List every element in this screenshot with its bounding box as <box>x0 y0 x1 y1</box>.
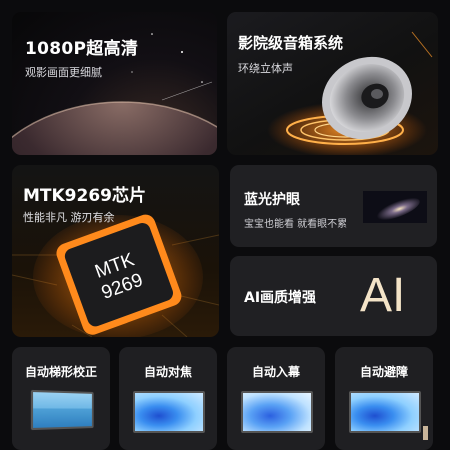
audio-subtitle: 环绕立体声 <box>238 62 293 75</box>
obstacle-icon <box>423 426 428 440</box>
audio-card: 影院级音箱系统 环绕立体声 <box>227 12 438 155</box>
ai-title: AI画质增强 <box>244 290 317 306</box>
resolution-card: 1080P超高清 观影画面更细腻 <box>12 12 217 155</box>
resolution-title: 1080P超高清 <box>25 39 139 59</box>
feature-label: 自动梯形校正 <box>24 365 97 379</box>
feature-keystone-card: 自动梯形校正 <box>12 347 110 450</box>
feature-label: 自动入幕 <box>251 365 300 379</box>
projection-screen-icon <box>133 391 205 433</box>
chip-card: MTK 9269 MTK9269芯片 性能非凡 游刃有余 <box>12 165 219 337</box>
chip-title: MTK9269芯片 <box>23 186 147 206</box>
projection-screen-icon <box>241 391 313 433</box>
feature-obstacle-avoidance-card: 自动避障 <box>335 347 433 450</box>
projection-screen-icon <box>30 389 94 431</box>
feature-label: 自动避障 <box>359 365 408 379</box>
eye-care-subtitle: 宝宝也能看 就看眼不累 <box>244 219 348 230</box>
feature-autofocus-card: 自动对焦 <box>119 347 217 450</box>
ai-card: AI画质增强 AI <box>230 256 437 336</box>
ai-badge: AI <box>360 269 406 322</box>
galaxy-image <box>363 191 427 223</box>
projection-screen-icon <box>349 391 421 433</box>
feature-label: 自动对焦 <box>143 365 192 379</box>
resolution-subtitle: 观影画面更细腻 <box>25 66 102 79</box>
feature-auto-fit-screen-card: 自动入幕 <box>227 347 325 450</box>
audio-title: 影院级音箱系统 <box>238 34 344 52</box>
eye-care-card: 蓝光护眼 宝宝也能看 就看眼不累 <box>230 165 437 247</box>
eye-care-title: 蓝光护眼 <box>244 192 300 208</box>
chip-subtitle: 性能非凡 游刃有余 <box>23 211 115 224</box>
